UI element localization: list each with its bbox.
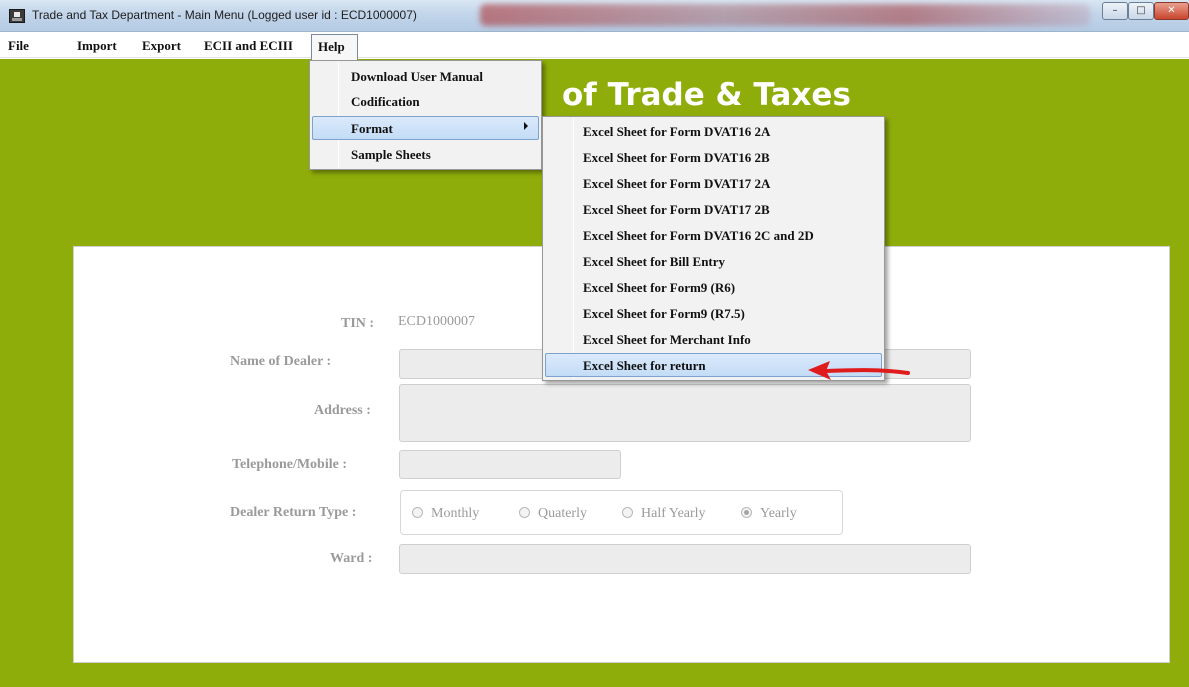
menu-file[interactable]: File <box>8 38 29 54</box>
radio-half-yearly-label: Half Yearly <box>641 506 706 521</box>
help-item-download-manual[interactable]: Download User Manual <box>312 65 539 89</box>
radio-circle-icon <box>622 507 633 518</box>
format-item-form9-r6[interactable]: Excel Sheet for Form9 (R6) <box>545 276 882 300</box>
tin-value: ECD1000007 <box>398 314 475 329</box>
app-icon <box>9 9 25 23</box>
format-item-label: Excel Sheet for Form DVAT16 2B <box>583 150 770 165</box>
radio-yearly-label: Yearly <box>760 506 797 521</box>
maximize-button[interactable]: □ <box>1128 2 1154 20</box>
radio-quaterly[interactable]: Quaterly <box>519 506 587 522</box>
radio-circle-icon <box>519 507 530 518</box>
radio-monthly-label: Monthly <box>431 506 480 521</box>
window-title-bar: Trade and Tax Department - Main Menu (Lo… <box>0 0 1189 32</box>
format-item-label: Excel Sheet for Form DVAT17 2B <box>583 202 770 217</box>
radio-half-yearly[interactable]: Half Yearly <box>622 506 706 522</box>
format-item-label: Excel Sheet for Merchant Info <box>583 332 751 347</box>
radio-circle-icon <box>412 507 423 518</box>
tin-label: TIN : <box>341 316 375 331</box>
format-item-label: Excel Sheet for return <box>583 358 706 373</box>
ward-field[interactable] <box>399 544 971 574</box>
title-bar-redaction <box>480 4 1090 26</box>
help-item-codification[interactable]: Codification <box>312 90 539 114</box>
radio-quaterly-label: Quaterly <box>538 506 587 521</box>
help-item-format-label: Format <box>351 121 393 136</box>
phone-field[interactable] <box>399 450 621 479</box>
help-item-sample-sheets[interactable]: Sample Sheets <box>312 143 539 167</box>
format-item-dvat17-2a[interactable]: Excel Sheet for Form DVAT17 2A <box>545 172 882 196</box>
banner-title: of Trade & Taxes <box>562 77 851 113</box>
menu-help-label: Help <box>318 39 345 54</box>
ward-label: Ward : <box>330 551 373 566</box>
dealer-name-label: Name of Dealer : <box>230 354 332 369</box>
format-item-dvat16-2b[interactable]: Excel Sheet for Form DVAT16 2B <box>545 146 882 170</box>
format-item-merchant-info[interactable]: Excel Sheet for Merchant Info <box>545 328 882 352</box>
close-button[interactable]: ✕ <box>1154 2 1189 20</box>
help-item-codification-label: Codification <box>351 94 420 109</box>
window-title: Trade and Tax Department - Main Menu (Lo… <box>32 8 417 22</box>
help-item-format[interactable]: Format <box>312 116 539 140</box>
menu-import[interactable]: Import <box>77 38 117 54</box>
format-item-dvat16-2c-2d[interactable]: Excel Sheet for Form DVAT16 2C and 2D <box>545 224 882 248</box>
radio-selected-icon <box>741 507 752 518</box>
phone-label: Telephone/Mobile : <box>232 457 347 472</box>
red-pointer-arrow-icon <box>808 361 910 380</box>
menu-export[interactable]: Export <box>142 38 181 54</box>
radio-yearly[interactable]: Yearly <box>741 506 797 522</box>
format-submenu: Excel Sheet for Form DVAT16 2A Excel She… <box>542 116 885 381</box>
format-item-label: Excel Sheet for Form9 (R6) <box>583 280 736 295</box>
format-item-form9-r75[interactable]: Excel Sheet for Form9 (R7.5) <box>545 302 882 326</box>
menu-bar: File Import Export ECII and ECIII <box>0 32 1189 58</box>
address-field[interactable] <box>399 384 971 442</box>
format-item-bill-entry[interactable]: Excel Sheet for Bill Entry <box>545 250 882 274</box>
format-item-label: Excel Sheet for Form DVAT16 2A <box>583 124 771 139</box>
return-type-label: Dealer Return Type : <box>230 505 357 520</box>
menu-help[interactable]: Help <box>311 34 358 60</box>
format-item-label: Excel Sheet for Form DVAT16 2C and 2D <box>583 228 814 243</box>
help-item-download-manual-label: Download User Manual <box>351 69 483 84</box>
address-label: Address : <box>314 403 371 418</box>
format-item-dvat17-2b[interactable]: Excel Sheet for Form DVAT17 2B <box>545 198 882 222</box>
menu-ecii-eciii[interactable]: ECII and ECIII <box>204 38 293 54</box>
return-type-radio-group: Monthly Quaterly Half Yearly Yearly <box>400 490 843 535</box>
submenu-arrow-icon <box>524 122 528 130</box>
format-item-dvat16-2a[interactable]: Excel Sheet for Form DVAT16 2A <box>545 120 882 144</box>
help-item-sample-sheets-label: Sample Sheets <box>351 147 431 162</box>
format-item-label: Excel Sheet for Form9 (R7.5) <box>583 306 745 321</box>
format-item-label: Excel Sheet for Bill Entry <box>583 254 726 269</box>
radio-monthly[interactable]: Monthly <box>412 506 479 522</box>
minimize-button[interactable]: – <box>1102 2 1128 20</box>
format-item-label: Excel Sheet for Form DVAT17 2A <box>583 176 771 191</box>
help-dropdown: Download User Manual Codification Format… <box>309 60 542 170</box>
